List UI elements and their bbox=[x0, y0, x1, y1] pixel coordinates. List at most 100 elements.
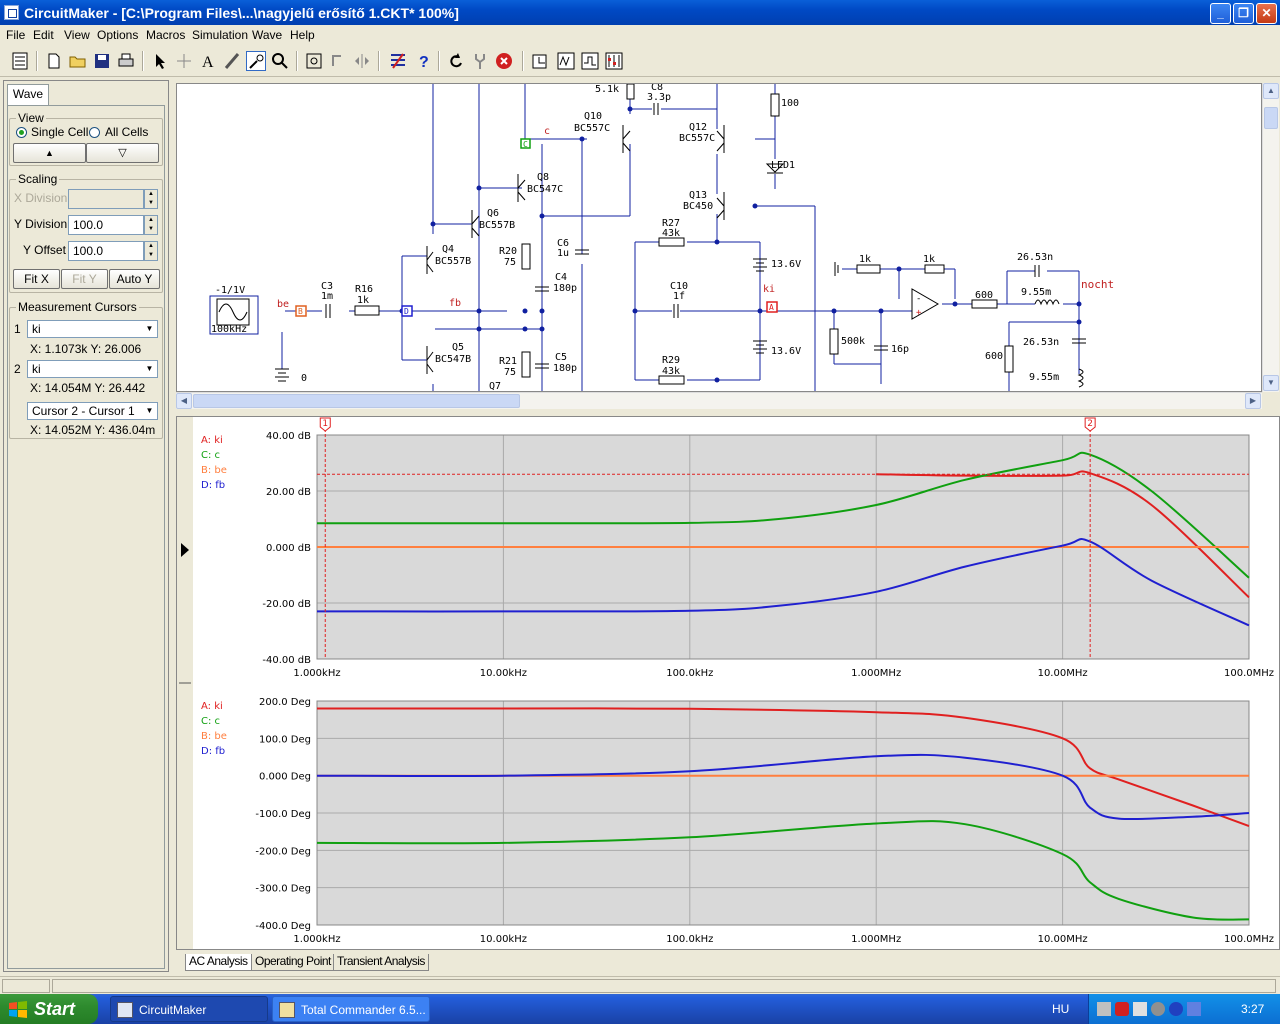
menu-simulation[interactable]: Simulation bbox=[192, 28, 248, 42]
y-offset-field[interactable]: 100.0 bbox=[68, 241, 144, 261]
r20-label: R20 bbox=[499, 246, 517, 257]
net-ki-label: ki bbox=[763, 284, 775, 295]
phase-plot[interactable]: 1.000kHz 10.00kHz 100.0kHz 1.000MHz 10.00MHz… bbox=[255, 697, 1274, 945]
view-group-label: View bbox=[16, 111, 46, 125]
rotate-icon[interactable] bbox=[328, 51, 348, 71]
open-icon[interactable] bbox=[68, 51, 88, 71]
r16-value: 1k bbox=[357, 295, 369, 306]
tab-transient-analysis[interactable]: Transient Analysis bbox=[333, 954, 429, 971]
tab-wave[interactable]: Wave bbox=[7, 84, 49, 105]
app-icon[interactable] bbox=[4, 5, 19, 20]
title-bar[interactable]: CircuitMaker - [C:\Program Files\...\nag… bbox=[0, 0, 1280, 25]
cursor1-trace-select[interactable]: ki ▼ bbox=[27, 320, 158, 338]
menu-help[interactable]: Help bbox=[290, 28, 315, 42]
menu-macros[interactable]: Macros bbox=[146, 28, 185, 42]
menu-edit[interactable]: Edit bbox=[33, 28, 54, 42]
wave-tool-icon[interactable] bbox=[246, 51, 266, 71]
schematic-canvas[interactable]: -1/1V 100kHz be B D C A fb c ki nocht 0 … bbox=[176, 83, 1262, 392]
netlist-icon[interactable] bbox=[388, 51, 408, 71]
tray-app-icon[interactable] bbox=[1187, 1002, 1201, 1016]
bluetooth-icon[interactable] bbox=[1169, 1002, 1183, 1016]
source-frequency-label: 100kHz bbox=[211, 324, 247, 335]
zoom-tool-icon[interactable] bbox=[270, 51, 290, 71]
component-list-icon[interactable] bbox=[10, 51, 30, 71]
security-icon[interactable] bbox=[1115, 1002, 1129, 1016]
probe-c-label: C bbox=[523, 140, 528, 149]
save-icon[interactable] bbox=[92, 51, 112, 71]
network-icon[interactable] bbox=[1097, 1002, 1111, 1016]
cursor-diff-select[interactable]: Cursor 2 - Cursor 1 ▼ bbox=[27, 402, 158, 420]
tab-operating-point[interactable]: Operating Point bbox=[251, 954, 335, 971]
monitor-icon[interactable] bbox=[1151, 1002, 1165, 1016]
zoom-fit-icon[interactable] bbox=[304, 51, 324, 71]
auto-y-button[interactable]: Auto Y bbox=[109, 269, 160, 289]
magnitude-plot[interactable]: 1.000kHz 10.00kHz 100.0kHz 1.000MHz 10.00MHz… bbox=[262, 417, 1274, 679]
legend-entry[interactable]: B: be bbox=[201, 465, 227, 476]
schematic-horizontal-scrollbar[interactable]: ◀ ▶ bbox=[176, 392, 1262, 409]
trace-icon[interactable] bbox=[470, 51, 490, 71]
schematic-vertical-scrollbar[interactable]: ▲ ▼ bbox=[1262, 83, 1279, 392]
tab-ac-analysis[interactable]: AC Analysis bbox=[185, 954, 252, 971]
menu-view[interactable]: View bbox=[64, 28, 90, 42]
legend-entry[interactable]: C: c bbox=[201, 450, 220, 461]
horizontal-scroll-thumb[interactable] bbox=[193, 394, 520, 408]
y-division-spinner[interactable]: ▲ ▼ bbox=[144, 215, 158, 235]
task-total-commander[interactable]: Total Commander 6.5... bbox=[272, 996, 430, 1022]
y-offset-spinner[interactable]: ▲ ▼ bbox=[144, 241, 158, 261]
r600a-value: 600 bbox=[975, 290, 993, 301]
r500k-value: 500k bbox=[841, 336, 865, 347]
minimize-button[interactable]: _ bbox=[1210, 3, 1231, 24]
vertical-scroll-thumb[interactable] bbox=[1264, 107, 1278, 129]
probe-tool-icon[interactable] bbox=[222, 51, 242, 71]
restore-button[interactable]: ❐ bbox=[1233, 3, 1254, 24]
gnd-0-label: 0 bbox=[301, 373, 307, 384]
volume-icon[interactable] bbox=[1133, 1002, 1147, 1016]
menu-wave[interactable]: Wave bbox=[252, 28, 282, 42]
legend-entry[interactable]: A: ki bbox=[201, 435, 223, 446]
language-indicator[interactable]: HU bbox=[1052, 1002, 1069, 1016]
legend-entry[interactable]: B: be bbox=[201, 731, 227, 742]
r16-label: R16 bbox=[355, 284, 373, 295]
help-icon[interactable]: ? bbox=[414, 51, 434, 71]
new-icon[interactable] bbox=[44, 51, 64, 71]
step-icon[interactable] bbox=[556, 51, 576, 71]
all-cells-radio[interactable] bbox=[89, 127, 100, 138]
wave-plots[interactable]: 1.000kHz 10.00kHz 100.0kHz 1.000MHz 10.00MHz… bbox=[177, 417, 1279, 949]
scroll-down-icon[interactable]: ▼ bbox=[1263, 375, 1279, 391]
start-button[interactable]: Start bbox=[0, 994, 98, 1024]
cell-down-button[interactable]: ▽ bbox=[86, 143, 159, 163]
menu-file[interactable]: File bbox=[6, 28, 25, 42]
view-group: View Single Cell All Cells ▲ ▽ bbox=[9, 111, 163, 166]
x-division-label: X Division bbox=[14, 191, 68, 205]
print-icon[interactable] bbox=[116, 51, 136, 71]
mirror-icon[interactable] bbox=[352, 51, 372, 71]
scroll-right-icon[interactable]: ▶ bbox=[1245, 393, 1261, 409]
x-tick-label: 10.00MHz bbox=[1038, 668, 1088, 679]
legend-entry[interactable]: D: fb bbox=[201, 746, 225, 757]
analysis-icon[interactable] bbox=[580, 51, 600, 71]
fit-x-button[interactable]: Fit X bbox=[13, 269, 60, 289]
scroll-left-icon[interactable]: ◀ bbox=[176, 393, 192, 409]
single-cell-radio[interactable] bbox=[16, 127, 27, 138]
setup-icon[interactable] bbox=[604, 51, 624, 71]
text-tool-icon[interactable]: A bbox=[198, 51, 218, 71]
legend-entry[interactable]: A: ki bbox=[201, 701, 223, 712]
arrow-tool-icon[interactable] bbox=[150, 51, 170, 71]
cell-up-button[interactable]: ▲ bbox=[13, 143, 86, 163]
fit-y-button[interactable]: Fit Y bbox=[61, 269, 108, 289]
legend-entry[interactable]: C: c bbox=[201, 716, 220, 727]
close-button[interactable]: ✕ bbox=[1256, 3, 1277, 24]
waveform-area[interactable]: 1.000kHz 10.00kHz 100.0kHz 1.000MHz 10.00MHz… bbox=[176, 416, 1280, 950]
wire-tool-icon[interactable] bbox=[174, 51, 194, 71]
x-division-spinner[interactable]: ▲ ▼ bbox=[144, 189, 158, 209]
x-division-field[interactable] bbox=[68, 189, 144, 209]
y-division-field[interactable]: 100.0 bbox=[68, 215, 144, 235]
scroll-up-icon[interactable]: ▲ bbox=[1263, 83, 1279, 99]
stop-icon[interactable] bbox=[494, 51, 514, 71]
legend-entry[interactable]: D: fb bbox=[201, 480, 225, 491]
cursor2-trace-select[interactable]: ki ▼ bbox=[27, 360, 158, 378]
run-icon[interactable] bbox=[530, 51, 550, 71]
undo-icon[interactable] bbox=[446, 51, 466, 71]
task-circuitmaker[interactable]: CircuitMaker bbox=[110, 996, 268, 1022]
menu-options[interactable]: Options bbox=[97, 28, 138, 42]
